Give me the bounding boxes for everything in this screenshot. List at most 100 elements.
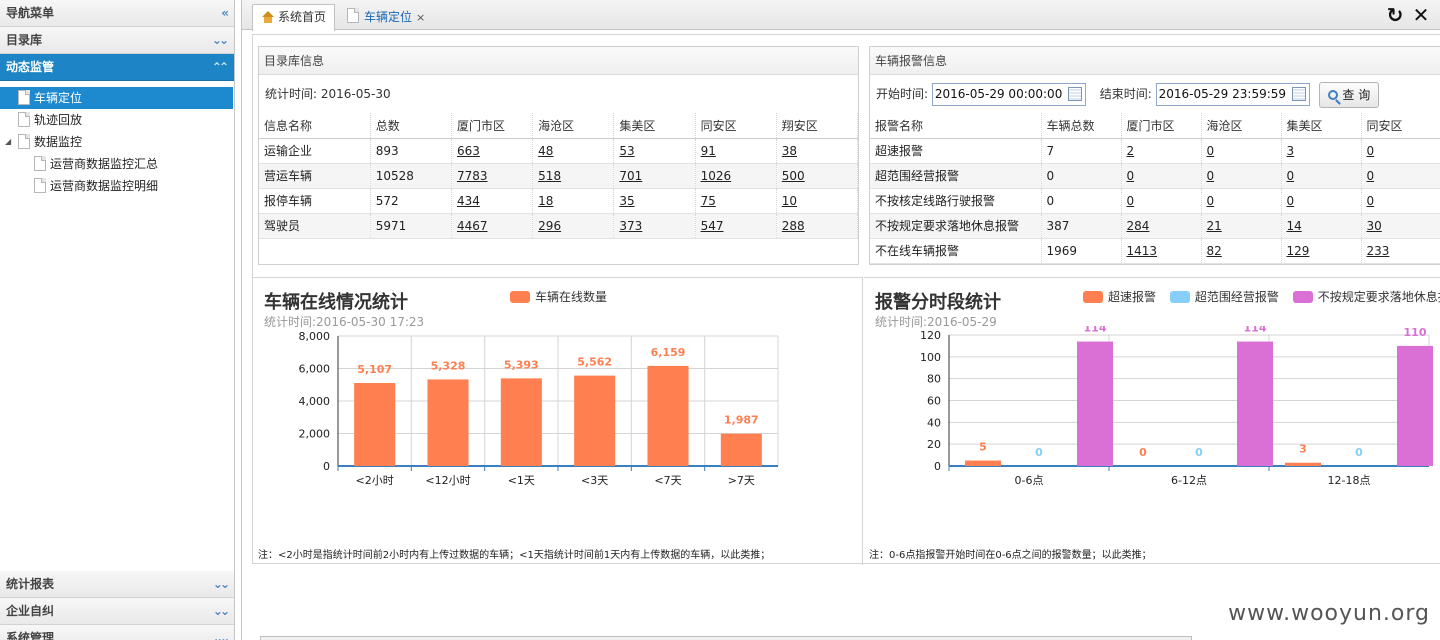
cell-link[interactable]: 288 [782, 219, 805, 233]
start-time-input[interactable]: 2016-05-29 00:00:00 [931, 83, 1086, 106]
tree-expand-arrow-icon[interactable]: ◢ [5, 131, 11, 153]
cell-link[interactable]: 10 [782, 194, 797, 208]
table-header-row: 报警名称 车辆总数 厦门市区 海沧区 集美区 同安区 [870, 113, 1440, 139]
data-label: 5 [979, 441, 987, 454]
table-cell: 0 [1201, 188, 1282, 214]
table-cell: 53 [613, 138, 696, 164]
cell-link[interactable]: 14 [1287, 219, 1302, 233]
column-header: 报警名称 [870, 113, 1042, 139]
expand-down-icon[interactable]: ⌄⌄ [213, 598, 230, 625]
cell-link[interactable]: 0 [1367, 144, 1375, 158]
data-label: 5,393 [504, 358, 539, 371]
cell-link[interactable]: 7783 [457, 169, 488, 183]
close-tab-icon[interactable]: × [416, 11, 425, 24]
catalog-table: 信息名称 总数 厦门市区 海沧区 集美区 同安区 翔安区 运输企业 893 663 48 53 91 38… [259, 113, 859, 239]
x-tick-label: <12小时 [425, 474, 470, 487]
cell-link[interactable]: 284 [1127, 219, 1150, 233]
alarm-chart-panel: 报警分时段统计 统计时间:2016-05-29 超速报警 超范围经营报警 不按规… [864, 277, 1440, 565]
cell-link[interactable]: 18 [538, 194, 553, 208]
tree-item-operator-summary[interactable]: 运营商数据监控汇总 [0, 153, 234, 175]
cell-link[interactable]: 0 [1287, 194, 1295, 208]
cell-link[interactable]: 233 [1367, 244, 1390, 258]
tab-vehicle-location[interactable]: 车辆定位 × [338, 4, 434, 30]
tree-item-track-playback[interactable]: 轨迹回放 [0, 109, 234, 131]
cell-link[interactable]: 38 [782, 144, 797, 158]
expand-down-icon[interactable]: ⌄⌄ [213, 625, 230, 640]
cell-link[interactable]: 48 [538, 144, 553, 158]
cell-link[interactable]: 296 [538, 219, 561, 233]
cell-link[interactable]: 0 [1207, 169, 1215, 183]
cell-link[interactable]: 75 [701, 194, 716, 208]
table-cell: 572 [370, 188, 452, 214]
cell-link[interactable]: 0 [1127, 169, 1135, 183]
section-system[interactable]: 系统管理 ⌄⌄ [0, 625, 234, 640]
cell-link[interactable]: 91 [701, 144, 716, 158]
cell-link[interactable]: 4467 [457, 219, 488, 233]
data-label: 0 [1355, 446, 1363, 459]
table-cell: 0 [1361, 188, 1440, 214]
tree-item-operator-detail[interactable]: 运营商数据监控明细 [0, 175, 234, 197]
table-cell: 10528 [370, 163, 452, 189]
cell-link[interactable]: 82 [1207, 244, 1222, 258]
calendar-icon[interactable] [1067, 87, 1082, 101]
cell-link[interactable]: 0 [1367, 169, 1375, 183]
legend-label[interactable]: 超范围经营报警 [1195, 290, 1279, 304]
horizontal-scrollbar[interactable] [260, 636, 1192, 640]
dashboard-content: 目录库信息 统计时间: 2016-05-30 信息名称 总数 厦门市区 海沧区 集美区同… [252, 34, 1440, 565]
cell-link[interactable]: 53 [619, 144, 634, 158]
cell-link[interactable]: 35 [619, 194, 634, 208]
cell-link[interactable]: 500 [782, 169, 805, 183]
calendar-icon[interactable] [1291, 87, 1306, 101]
refresh-icon[interactable]: ↻ [1382, 3, 1408, 27]
tree-item-label: 运营商数据监控汇总 [50, 157, 159, 171]
cell-link[interactable]: 129 [1287, 244, 1310, 258]
table-row: 不按规定要求落地休息报警 387 284 21 14 30 [870, 213, 1440, 239]
tab-home[interactable]: 系统首页 [252, 4, 336, 31]
cell-link[interactable]: 547 [701, 219, 724, 233]
section-catalog[interactable]: 目录库 ⌄⌄ [0, 27, 234, 54]
query-button[interactable]: 查 询 [1319, 81, 1380, 108]
catalog-stat-time: 统计时间: 2016-05-30 [265, 87, 391, 101]
online-chart-legend[interactable]: 车辆在线数量 [510, 288, 617, 305]
tab-tools: ↻ ✕ [1382, 3, 1434, 27]
legend-label[interactable]: 不按规定要求落地休息报 [1318, 290, 1440, 304]
section-dynamic-monitor[interactable]: 动态监管 ⌃⌃ [0, 54, 234, 81]
cell-link[interactable]: 701 [619, 169, 642, 183]
cell-link[interactable]: 0 [1287, 169, 1295, 183]
nav-menu-header[interactable]: 导航菜单 « [0, 0, 234, 27]
cell-link[interactable]: 21 [1207, 219, 1222, 233]
cell-link[interactable]: 3 [1287, 144, 1295, 158]
tab-home-label: 系统首页 [278, 10, 327, 24]
tree-item-vehicle-location[interactable]: 车辆定位 [0, 87, 233, 109]
cell-link[interactable]: 0 [1127, 194, 1135, 208]
cell-link[interactable]: 1026 [701, 169, 732, 183]
table-cell: 0 [1041, 188, 1122, 214]
bar [1077, 341, 1113, 466]
cell-link[interactable]: 663 [457, 144, 480, 158]
alarm-chart-note: 注：0-6点指报警开始时间在0-6点之间的报警数量；以此类推； [869, 550, 1152, 561]
cell-link[interactable]: 0 [1367, 194, 1375, 208]
x-tick-label: 12-18点 [1328, 474, 1371, 487]
cell-link[interactable]: 434 [457, 194, 480, 208]
cell-link[interactable]: 2 [1127, 144, 1135, 158]
x-tick-label: <7天 [654, 474, 681, 487]
legend-label[interactable]: 超速报警 [1108, 290, 1156, 304]
section-statistics[interactable]: 统计报表 ⌄⌄ [0, 571, 234, 598]
expand-down-icon[interactable]: ⌄⌄ [212, 27, 229, 54]
cell-link[interactable]: 518 [538, 169, 561, 183]
tree-item-data-monitor[interactable]: ◢ 数据监控 [0, 131, 234, 153]
cell-link[interactable]: 0 [1207, 144, 1215, 158]
end-time-input[interactable]: 2016-05-29 23:59:59 [1155, 83, 1310, 106]
online-chart-panel: 车辆在线情况统计 统计时间:2016-05-30 17:23 车辆在线数量 02… [253, 277, 863, 565]
section-enterprise[interactable]: 企业自纠 ⌄⌄ [0, 598, 234, 625]
cell-link[interactable]: 30 [1367, 219, 1382, 233]
collapse-up-icon[interactable]: ⌃⌃ [212, 54, 229, 81]
expand-down-icon[interactable]: ⌄⌄ [213, 571, 230, 598]
cell-link[interactable]: 0 [1207, 194, 1215, 208]
cell-link[interactable]: 373 [619, 219, 642, 233]
alarm-chart-legend: 超速报警 超范围经营报警 不按规定要求落地休息报 [1083, 288, 1440, 305]
table-cell: 434 [451, 188, 534, 214]
close-icon[interactable]: ✕ [1408, 3, 1434, 27]
collapse-left-icon[interactable]: « [221, 0, 229, 27]
cell-link[interactable]: 1413 [1127, 244, 1158, 258]
